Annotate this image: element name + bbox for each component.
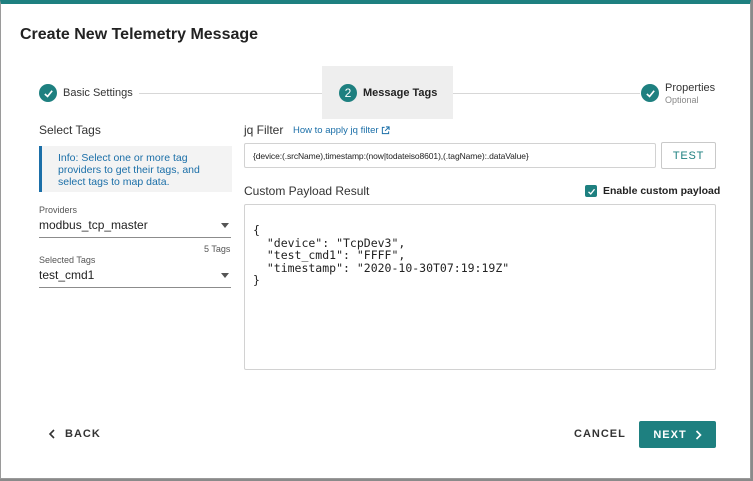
cancel-button[interactable]: CANCEL [574,428,626,440]
providers-label: Providers [39,205,78,215]
enable-custom-payload-label[interactable]: Enable custom payload [603,185,720,197]
external-link-icon [381,126,390,135]
selected-tags-value: test_cmd1 [39,268,95,282]
tag-count: 5 Tags [204,244,231,254]
step-2-number: 2 [339,84,357,102]
selected-tags-label: Selected Tags [39,255,96,265]
chevron-right-icon [695,429,702,440]
step-3-check-icon[interactable] [641,84,659,102]
caret-down-icon [221,223,229,228]
step-properties[interactable]: Properties [665,82,715,94]
back-button[interactable]: BACK [48,428,101,440]
step-basic-settings[interactable]: Basic Settings [63,87,133,99]
step-1-check-icon[interactable] [39,84,57,102]
stepper-connector [139,93,322,94]
jq-help-link[interactable]: How to apply jq filter [293,125,390,136]
jq-filter-label: jq Filter [244,123,284,137]
next-label: NEXT [653,428,687,441]
selected-tags-select[interactable]: test_cmd1 [39,266,231,288]
payload-json: { "device": "TcpDev3", "test_cmd1": "FFF… [253,223,510,287]
providers-value: modbus_tcp_master [39,218,148,232]
select-tags-heading: Select Tags [39,123,101,137]
payload-result-label: Custom Payload Result [244,184,370,198]
dialog-title: Create New Telemetry Message [20,26,259,43]
providers-select[interactable]: modbus_tcp_master [39,216,231,238]
jq-help-link-text: How to apply jq filter [293,125,379,136]
enable-custom-payload-checkbox[interactable] [585,185,597,197]
next-button[interactable]: NEXT [639,421,716,448]
back-label: BACK [65,428,101,440]
step-message-tags: Message Tags [363,87,438,99]
create-telemetry-dialog: Create New Telemetry Message Basic Setti… [0,0,751,479]
stepper-connector [453,93,640,94]
test-button[interactable]: TEST [661,142,716,169]
info-box: Info: Select one or more tag providers t… [39,146,232,192]
check-icon [587,188,595,195]
jq-filter-input[interactable]: {device:(.srcName),timestamp:(now|todate… [244,143,656,168]
payload-result-box[interactable]: { "device": "TcpDev3", "test_cmd1": "FFF… [244,204,716,370]
chevron-left-icon [48,429,55,439]
step-properties-optional: Optional [665,95,699,105]
caret-down-icon [221,273,229,278]
